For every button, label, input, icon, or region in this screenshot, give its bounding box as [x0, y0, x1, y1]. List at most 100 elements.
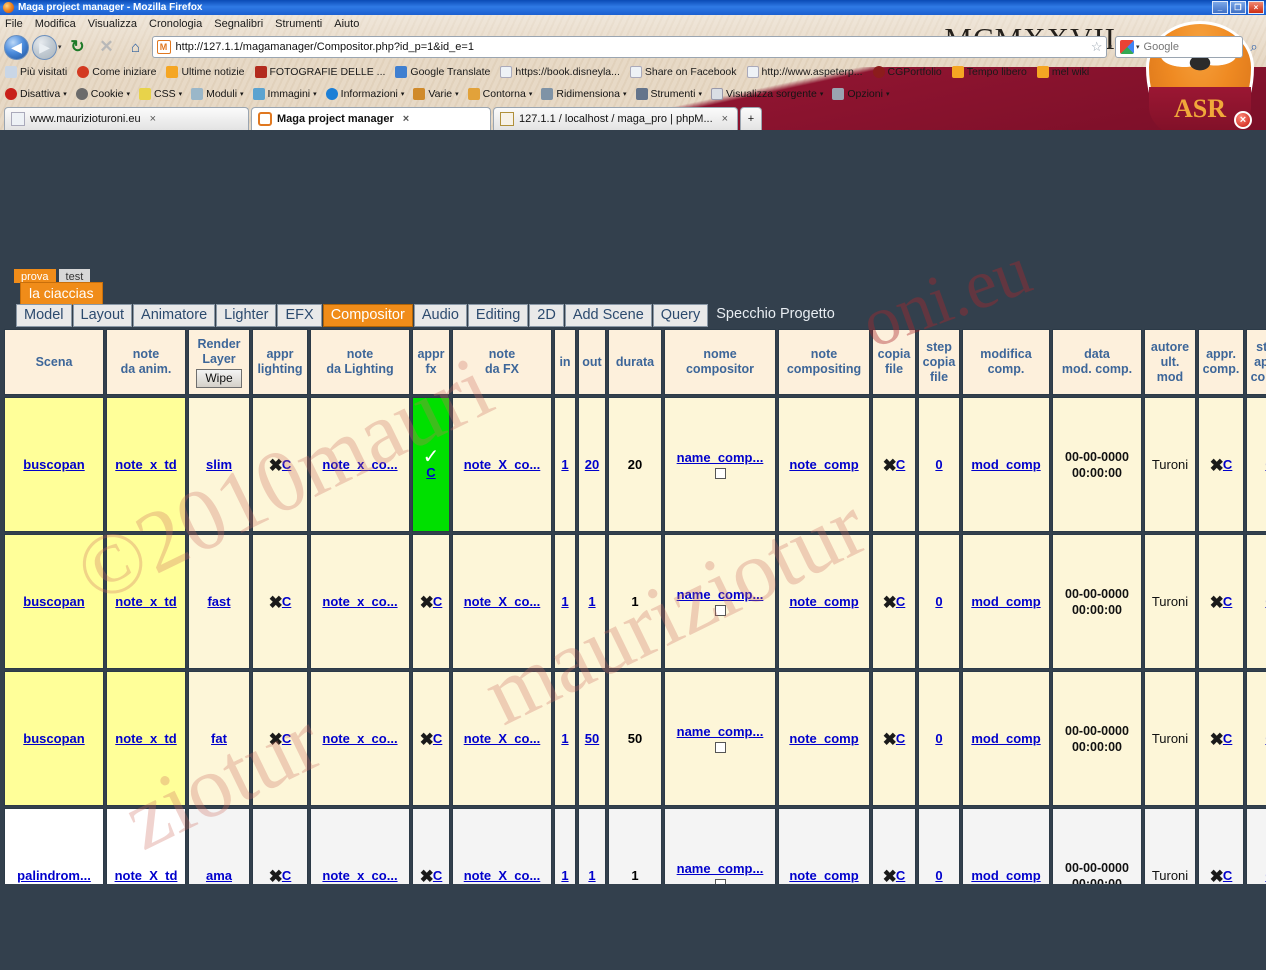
menu-aiuto[interactable]: Aiuto [334, 18, 359, 30]
minimize-button[interactable]: _ [1212, 1, 1228, 14]
forward-button[interactable]: ▶ [32, 34, 57, 60]
menu-cronologia[interactable]: Cronologia [149, 18, 202, 30]
render-layer-link[interactable]: ama [206, 868, 232, 883]
tab-specchio-progetto[interactable]: Specchio Progetto [709, 304, 842, 327]
window-controls[interactable]: _ ❐ × [1212, 1, 1264, 14]
nome-compositor-link[interactable]: name_comp... [677, 450, 764, 465]
x-icon[interactable]: ✖ [1210, 731, 1224, 748]
new-tab-button[interactable]: + [740, 107, 762, 130]
project-badge[interactable]: la ciaccias [20, 282, 103, 305]
appr-fx-link[interactable]: C [433, 594, 442, 609]
x-icon[interactable]: ✖ [883, 731, 897, 748]
x-icon[interactable]: ✖ [420, 594, 434, 611]
note-compositing-link[interactable]: note_comp [789, 868, 858, 883]
wipe-button[interactable]: Wipe [196, 368, 242, 388]
back-button[interactable]: ◀ [4, 34, 29, 60]
note-anim-link[interactable]: note_x_td [115, 731, 176, 746]
note-fx-link[interactable]: note_X_co... [464, 457, 541, 472]
appr-lighting-link[interactable]: C [282, 457, 291, 472]
nome-compositor-link[interactable]: name_comp... [677, 587, 764, 602]
devbar-css[interactable]: CSS ▾ [138, 88, 182, 100]
note-anim-link[interactable]: note_x_td [115, 594, 176, 609]
bookmark-book-disneyland[interactable]: https://book.disneyla... [500, 66, 620, 78]
tab-close-icon[interactable]: × [403, 113, 409, 125]
search-input[interactable]: ▾ Google [1115, 36, 1243, 58]
render-layer-link[interactable]: slim [206, 457, 232, 472]
in-link[interactable]: 1 [561, 731, 568, 746]
copia-file-link[interactable]: C [896, 457, 905, 472]
copia-file-link[interactable]: C [896, 731, 905, 746]
note-fx-link[interactable]: note_X_co... [464, 594, 541, 609]
modifica-comp-link[interactable]: mod_comp [971, 457, 1040, 472]
note-lighting-link[interactable]: note_x_co... [322, 731, 397, 746]
menu-file[interactable]: File [5, 18, 23, 30]
out-link[interactable]: 1 [588, 594, 595, 609]
appr-fx-link[interactable]: C [433, 868, 442, 883]
note-compositing-link[interactable]: note_comp [789, 457, 858, 472]
search-go-icon[interactable]: ⌕ [1246, 39, 1262, 55]
tab-close-icon[interactable]: × [722, 113, 728, 125]
x-icon[interactable]: ✖ [1210, 594, 1224, 611]
devbar-visualizza-sorgente[interactable]: Visualizza sorgente ▾ [710, 88, 823, 100]
out-link[interactable]: 20 [585, 457, 599, 472]
nome-compositor-link[interactable]: name_comp... [677, 724, 764, 739]
bookmark-come-iniziare[interactable]: Come iniziare [77, 66, 156, 78]
appr-fx-link[interactable]: C [426, 465, 435, 480]
tab-maga-project-manager[interactable]: Maga project manager × [251, 107, 491, 130]
close-button[interactable]: × [1248, 1, 1264, 14]
in-link[interactable]: 1 [561, 457, 568, 472]
x-icon[interactable]: ✖ [269, 594, 283, 611]
tab-efx[interactable]: EFX [277, 304, 322, 327]
note-lighting-link[interactable]: note_x_co... [322, 457, 397, 472]
devbar-disattiva[interactable]: Disattiva ▾ [5, 88, 67, 100]
note-compositing-link[interactable]: note_comp [789, 594, 858, 609]
x-icon[interactable]: ✖ [269, 868, 283, 884]
bookmark-cgportfolio[interactable]: CGPortfolio [872, 66, 942, 78]
reload-icon[interactable]: ↻ [65, 35, 91, 60]
bookmark-star-icon[interactable]: ☆ [1091, 39, 1103, 55]
project-chip-test[interactable]: test [58, 269, 91, 283]
bookmark-ultime-notizie[interactable]: Ultime notizie [166, 66, 245, 78]
menu-visualizza[interactable]: Visualizza [88, 18, 137, 30]
compositor-checkbox[interactable] [714, 467, 726, 479]
bookmark-aspeterp[interactable]: http://www.aspeterp... [746, 66, 863, 78]
bookmark-mel-wiki[interactable]: mel wiki [1036, 66, 1089, 78]
tab-query[interactable]: Query [652, 304, 709, 327]
scena-link[interactable]: buscopan [23, 731, 84, 746]
project-chip-prova[interactable]: prova [14, 269, 56, 283]
tab-maurizioturoni[interactable]: www.maurizioturoni.eu × [4, 107, 249, 130]
tab-animatore[interactable]: Animatore [133, 304, 216, 327]
modifica-comp-link[interactable]: mod_comp [971, 594, 1040, 609]
compositor-checkbox[interactable] [714, 878, 726, 884]
x-icon[interactable]: ✖ [420, 731, 434, 748]
nome-compositor-link[interactable]: name_comp... [677, 861, 764, 876]
home-icon[interactable]: ⌂ [123, 35, 149, 60]
note-fx-link[interactable]: note_X_co... [464, 868, 541, 883]
tab-add-scene[interactable]: Add Scene [564, 304, 652, 327]
appr-lighting-link[interactable]: C [282, 731, 291, 746]
devbar-immagini[interactable]: Immagini ▾ [252, 88, 317, 100]
render-layer-link[interactable]: fast [207, 594, 230, 609]
note-lighting-link[interactable]: note_x_co... [322, 868, 397, 883]
tab-editing[interactable]: Editing [467, 304, 529, 327]
copia-file-link[interactable]: C [896, 868, 905, 883]
appr-comp-link[interactable]: C [1223, 594, 1232, 609]
tab-phpmyadmin[interactable]: 127.1.1 / localhost / maga_pro | phpM...… [493, 107, 738, 130]
appr-comp-link[interactable]: C [1223, 457, 1232, 472]
url-bar[interactable]: M http://127.1.1/magamanager/Compositor.… [151, 36, 1108, 58]
restore-button[interactable]: ❐ [1230, 1, 1246, 14]
x-icon[interactable]: ✖ [883, 868, 897, 884]
step-copia-file-link[interactable]: 0 [935, 457, 942, 472]
bookmark-piu-visitati[interactable]: Più visitati [5, 66, 67, 78]
devbar-cookie[interactable]: Cookie ▾ [75, 88, 130, 100]
urlbar-dropdown-icon[interactable]: ▾ [1108, 43, 1112, 51]
note-fx-link[interactable]: note_X_co... [464, 731, 541, 746]
devbar-opzioni[interactable]: Opzioni ▾ [832, 88, 889, 100]
stop-icon[interactable]: ✕ [94, 35, 120, 60]
step-copia-file-link[interactable]: 0 [935, 868, 942, 883]
appr-comp-link[interactable]: C [1223, 868, 1232, 883]
devbar-varie[interactable]: Varie ▾ [413, 88, 459, 100]
tab-layout[interactable]: Layout [72, 304, 133, 327]
out-link[interactable]: 1 [588, 868, 595, 883]
scena-link[interactable]: buscopan [23, 594, 84, 609]
